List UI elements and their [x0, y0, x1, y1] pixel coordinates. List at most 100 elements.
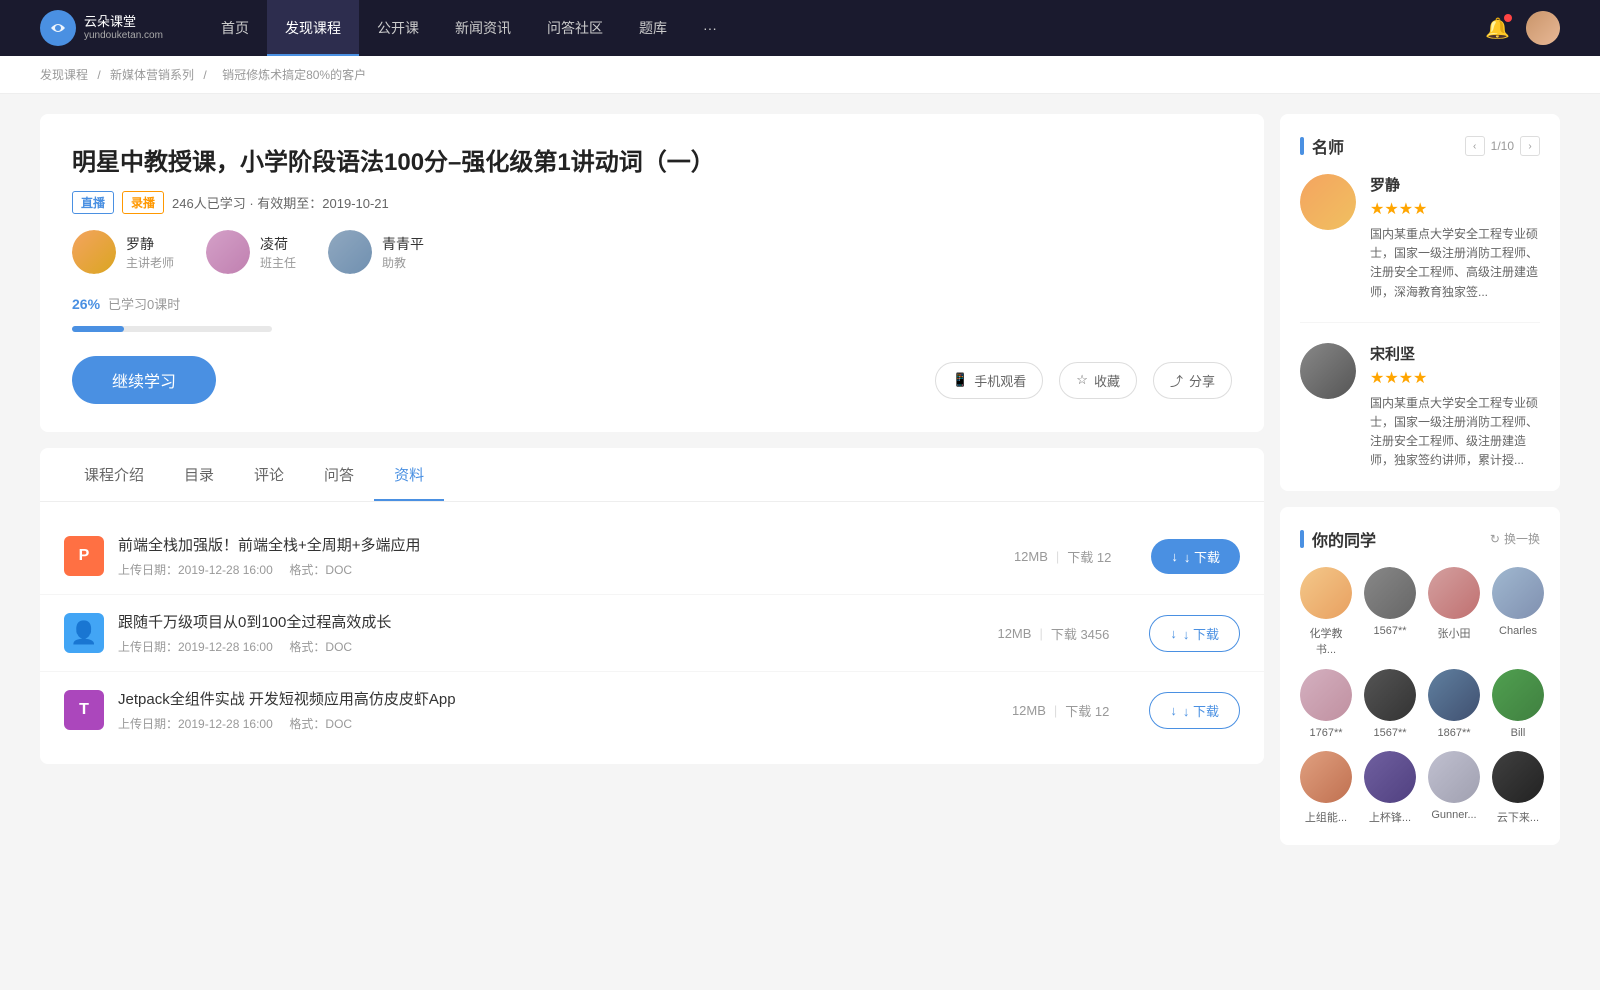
classmate-11[interactable]: Gunner... — [1428, 751, 1480, 825]
resource-stats-3: 12MB | 下载 12 — [1012, 701, 1109, 720]
classmate-4-name: Charles — [1499, 625, 1537, 637]
user-avatar[interactable] — [1526, 11, 1560, 45]
download-button-1[interactable]: ↓ ↓ 下载 — [1151, 539, 1240, 574]
classmate-9-avatar — [1300, 751, 1352, 803]
classmate-7-avatar — [1428, 669, 1480, 721]
resource-title-2: 跟随千万级项目从0到100全过程高效成长 — [118, 611, 957, 632]
progress-text: 已学习0课时 — [108, 294, 180, 313]
classmate-8-name: Bill — [1511, 727, 1526, 739]
sidebar-teacher-2-avatar — [1300, 343, 1356, 399]
sidebar-teacher-1: 罗静 ★★★★ 国内某重点大学安全工程专业硕士，国家一级注册消防工程师、注册安全… — [1300, 174, 1540, 323]
resource-info-2: 跟随千万级项目从0到100全过程高效成长 上传日期：2019-12-28 16:… — [118, 611, 957, 655]
tab-qa[interactable]: 问答 — [304, 448, 374, 501]
classmate-1[interactable]: 化学教书... — [1300, 567, 1352, 657]
classmate-11-name: Gunner... — [1431, 809, 1476, 821]
nav-news[interactable]: 新闻资讯 — [437, 0, 529, 56]
download-button-3[interactable]: ↓ ↓ 下载 — [1149, 692, 1240, 729]
classmate-10-name: 上杯锋... — [1369, 809, 1411, 825]
prev-page-button[interactable]: ‹ — [1465, 136, 1485, 156]
resource-icon-1: P — [64, 536, 104, 576]
sidebar-teacher-1-avatar — [1300, 174, 1356, 230]
resource-info-3: Jetpack全组件实战 开发短视频应用高仿皮皮虾App 上传日期：2019-1… — [118, 688, 972, 732]
download-icon-3: ↓ — [1170, 703, 1177, 718]
tabs-content: P 前端全栈加强版！前端全栈+全周期+多端应用 上传日期：2019-12-28 … — [40, 502, 1264, 764]
tabs-header: 课程介绍 目录 评论 问答 资料 — [40, 448, 1264, 502]
teacher-2: 凌荷 班主任 — [206, 230, 296, 274]
download-icon-2: ↓ — [1170, 626, 1177, 641]
sidebar-teacher-1-name: 罗静 — [1370, 174, 1540, 195]
classmate-1-name: 化学教书... — [1300, 625, 1352, 657]
sidebar-teacher-2: 宋利坚 ★★★★ 国内某重点大学安全工程专业硕士，国家一级注册消防工程师、注册安… — [1300, 343, 1540, 471]
nav-quiz[interactable]: 题库 — [621, 0, 685, 56]
classmate-4[interactable]: Charles — [1492, 567, 1544, 657]
logo[interactable]: 云朵课堂 yundouketan.com — [40, 10, 163, 46]
tab-intro[interactable]: 课程介绍 — [64, 448, 164, 501]
resource-item: 👤 跟随千万级项目从0到100全过程高效成长 上传日期：2019-12-28 1… — [40, 595, 1264, 672]
refresh-icon: ↻ — [1490, 532, 1500, 546]
share-icon: ⤴ — [1170, 371, 1183, 390]
nav-more[interactable]: ··· — [685, 0, 735, 56]
breadcrumb-current: 销冠修炼术搞定80%的客户 — [222, 68, 366, 82]
sidebar-teacher-2-stars: ★★★★ — [1370, 368, 1540, 388]
classmate-9[interactable]: 上组能... — [1300, 751, 1352, 825]
course-card: 明星中教授课，小学阶段语法100分–强化级第1讲动词（一） 直播 录播 246人… — [40, 114, 1264, 432]
main-layout: 明星中教授课，小学阶段语法100分–强化级第1讲动词（一） 直播 录播 246人… — [0, 94, 1600, 881]
next-page-button[interactable]: › — [1520, 136, 1540, 156]
teacher-1-info: 罗静 主讲老师 — [126, 234, 174, 271]
classmate-12-avatar — [1492, 751, 1544, 803]
breadcrumb-link-2[interactable]: 新媒体营销系列 — [110, 68, 194, 82]
classmate-6[interactable]: 1567** — [1364, 669, 1416, 739]
refresh-button[interactable]: ↻ 换一换 — [1490, 530, 1540, 547]
teacher-1-role: 主讲老师 — [126, 254, 174, 271]
classmate-11-avatar — [1428, 751, 1480, 803]
sidebar-teacher-2-desc: 国内某重点大学安全工程专业硕士，国家一级注册消防工程师、注册安全工程师、级注册建… — [1370, 394, 1540, 471]
classmate-3[interactable]: 张小田 — [1428, 567, 1480, 657]
tab-resources[interactable]: 资料 — [374, 448, 444, 501]
course-actions: 继续学习 📱 手机观看 ☆ 收藏 ⤴ 分享 — [72, 356, 1232, 404]
classmate-6-avatar — [1364, 669, 1416, 721]
classmate-2[interactable]: 1567** — [1364, 567, 1416, 657]
classmate-1-avatar — [1300, 567, 1352, 619]
progress-section: 26% 已学习0课时 — [72, 294, 1232, 332]
teacher-2-avatar — [206, 230, 250, 274]
course-badges: 直播 录播 246人已学习 · 有效期至：2019-10-21 — [72, 191, 1232, 214]
content-left: 明星中教授课，小学阶段语法100分–强化级第1讲动词（一） 直播 录播 246人… — [40, 114, 1264, 861]
classmate-8-avatar — [1492, 669, 1544, 721]
resource-meta-2: 上传日期：2019-12-28 16:00 格式：DOC — [118, 638, 957, 655]
notification-bell[interactable]: 🔔 — [1485, 16, 1510, 41]
mobile-watch-button[interactable]: 📱 手机观看 — [935, 362, 1043, 399]
collect-button[interactable]: ☆ 收藏 — [1059, 362, 1137, 399]
progress-pct: 26% — [72, 296, 100, 312]
teacher-3: 青青平 助教 — [328, 230, 424, 274]
classmate-7[interactable]: 1867** — [1428, 669, 1480, 739]
classmate-4-avatar — [1492, 567, 1544, 619]
pagination-controls: ‹ 1/10 › — [1465, 136, 1540, 156]
classmate-5-name: 1767** — [1309, 727, 1342, 739]
nav-discover[interactable]: 发现课程 — [267, 0, 359, 56]
download-button-2[interactable]: ↓ ↓ 下载 — [1149, 615, 1240, 652]
resource-title-1: 前端全栈加强版！前端全栈+全周期+多端应用 — [118, 534, 974, 555]
resource-meta-3: 上传日期：2019-12-28 16:00 格式：DOC — [118, 715, 972, 732]
teacher-3-avatar — [328, 230, 372, 274]
teacher-3-name: 青青平 — [382, 234, 424, 254]
notification-dot — [1504, 14, 1512, 22]
tab-comments[interactable]: 评论 — [234, 448, 304, 501]
nav-right: 🔔 — [1485, 11, 1560, 45]
nav-home[interactable]: 首页 — [203, 0, 267, 56]
classmate-9-name: 上组能... — [1305, 809, 1347, 825]
logo-main-text: 云朵课堂 — [84, 14, 163, 30]
teachers-card: 名师 ‹ 1/10 › 罗静 ★★★★ 国内某重点大学安全工程专业硕士，国家一级… — [1280, 114, 1560, 491]
share-button[interactable]: ⤴ 分享 — [1153, 362, 1232, 399]
sidebar-teacher-2-info: 宋利坚 ★★★★ 国内某重点大学安全工程专业硕士，国家一级注册消防工程师、注册安… — [1370, 343, 1540, 471]
classmate-12[interactable]: 云下来... — [1492, 751, 1544, 825]
classmate-5[interactable]: 1767** — [1300, 669, 1352, 739]
tab-directory[interactable]: 目录 — [164, 448, 234, 501]
classmate-10[interactable]: 上杯锋... — [1364, 751, 1416, 825]
continue-button[interactable]: 继续学习 — [72, 356, 216, 404]
breadcrumb-link-1[interactable]: 发现课程 — [40, 68, 88, 82]
nav-open[interactable]: 公开课 — [359, 0, 437, 56]
classmate-10-avatar — [1364, 751, 1416, 803]
nav-qa[interactable]: 问答社区 — [529, 0, 621, 56]
sidebar-teacher-1-stars: ★★★★ — [1370, 199, 1540, 219]
classmate-8[interactable]: Bill — [1492, 669, 1544, 739]
